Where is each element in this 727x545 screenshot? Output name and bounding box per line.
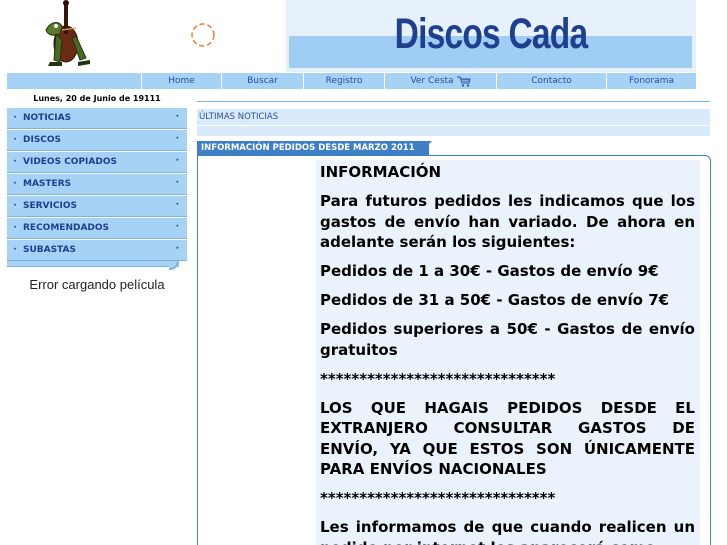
article-tab-corner — [418, 141, 432, 155]
sidebar-item-videos-copiados[interactable]: · VIDEOS COPIADOS · — [7, 151, 187, 173]
nav-buscar[interactable]: Buscar — [221, 73, 303, 89]
nav-fonorama-label: Fonorama — [628, 76, 675, 86]
article-heading: INFORMACIÓN — [320, 163, 442, 181]
sidebar-item-label: RECOMENDADOS — [23, 223, 110, 233]
nav-ver-cesta[interactable]: Ver Cesta — [384, 73, 496, 89]
sidebar-item-label: SUBASTAS — [23, 245, 76, 255]
sidebar-item-discos[interactable]: · DISCOS · — [7, 129, 187, 151]
latest-news-header: ÚLTIMAS NOTICIAS — [197, 109, 710, 136]
article-paragraph: Pedidos de 31 a 50€ - Gastos de envío 7€ — [320, 291, 670, 309]
article-paragraph: Les informamos de que cuando realicen un… — [320, 518, 695, 545]
sidebar-menu-footer — [7, 261, 187, 270]
article-paragraph: Para futuros pedidos les indicamos que l… — [320, 192, 695, 251]
sidebar-menu: · NOTICIAS · · DISCOS · · VIDEOS COPIADO… — [7, 107, 187, 270]
bullet-icon: · — [13, 113, 17, 123]
bullet-icon: · — [175, 222, 179, 232]
bullet-icon: · — [175, 244, 179, 254]
sidebar-item-label: VIDEOS COPIADOS — [23, 157, 117, 167]
nav-ver-cesta-label: Ver Cesta — [410, 76, 454, 86]
current-date: Lunes, 20 de Junio de 19111 — [33, 94, 161, 103]
sidebar-item-label: NOTICIAS — [23, 113, 72, 123]
section-title: ÚLTIMAS NOTICIAS — [199, 112, 279, 122]
bullet-icon: · — [175, 134, 179, 144]
sidebar-item-subastas[interactable]: · SUBASTAS · — [7, 239, 187, 261]
article-paragraph: Pedidos de 1 a 30€ - Gastos de envío 9€ — [320, 262, 659, 280]
site-title: Discos Cada — [394, 10, 589, 58]
bullet-icon: · — [175, 200, 179, 210]
sidebar-footer-bar — [7, 261, 179, 267]
bullet-icon: · — [175, 112, 179, 122]
sidebar-item-label: DISCOS — [23, 135, 62, 145]
article-paragraph: Pedidos superiores a 50€ - Gastos de env… — [320, 320, 695, 359]
nav-home[interactable]: Home — [141, 73, 221, 89]
nav-fonorama[interactable]: Fonorama — [606, 73, 696, 89]
section-divider — [197, 125, 710, 126]
article-separator: ****************************** — [320, 369, 556, 388]
article-separator: ****************************** — [320, 489, 556, 507]
nav-home-label: Home — [168, 76, 195, 86]
logo-image[interactable] — [36, 0, 92, 72]
section-divider — [197, 101, 710, 102]
site-banner[interactable]: Discos Cada — [286, 0, 696, 72]
article-body: INFORMACIÓN Para futuros pedidos les ind… — [320, 162, 695, 545]
sidebar-footer-curl — [169, 261, 179, 270]
sidebar-item-label: SERVICIOS — [23, 201, 77, 211]
nav-registro[interactable]: Registro — [303, 73, 384, 89]
alligator-bass-logo-icon — [45, 0, 90, 66]
loading-spinner-icon — [189, 21, 217, 49]
bullet-icon: · — [175, 178, 179, 188]
article-tab-label: INFORMACIÓN PEDIDOS DESDE MARZO 2011 — [201, 143, 415, 153]
bullet-icon: · — [13, 223, 17, 233]
bullet-icon: · — [175, 156, 179, 166]
sidebar-item-servicios[interactable]: · SERVICIOS · — [7, 195, 187, 217]
sidebar-item-noticias[interactable]: · NOTICIAS · — [7, 107, 187, 129]
sidebar-item-masters[interactable]: · MASTERS · — [7, 173, 187, 195]
nav-registro-label: Registro — [325, 76, 363, 86]
bullet-icon: · — [13, 157, 17, 167]
shopping-cart-icon — [456, 76, 471, 87]
movie-error-message: Error cargando película — [29, 277, 165, 292]
bullet-icon: · — [13, 179, 17, 189]
bullet-icon: · — [13, 245, 17, 255]
bullet-icon: · — [13, 135, 17, 145]
main-navigation: Home Buscar Registro Ver Cesta Contacto … — [7, 73, 696, 89]
nav-contacto[interactable]: Contacto — [496, 73, 606, 89]
article-paragraph: LOS QUE HAGAIS PEDIDOS DESDE EL EXTRANJE… — [320, 398, 695, 479]
article-tab[interactable]: INFORMACIÓN PEDIDOS DESDE MARZO 2011 — [197, 141, 429, 155]
bullet-icon: · — [13, 201, 17, 211]
sidebar-item-label: MASTERS — [23, 179, 72, 189]
nav-buscar-label: Buscar — [247, 76, 278, 86]
nav-contacto-label: Contacto — [531, 76, 572, 86]
sidebar-item-recomendados[interactable]: · RECOMENDADOS · — [7, 217, 187, 239]
